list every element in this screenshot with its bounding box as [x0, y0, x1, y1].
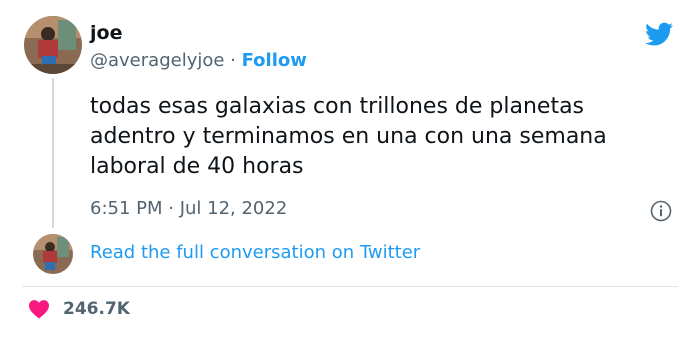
heart-icon[interactable] — [28, 299, 50, 319]
thread-line — [52, 78, 54, 228]
read-conversation-link[interactable]: Read the full conversation on Twitter — [90, 242, 420, 263]
tweet-line: todas esas galaxias con trillones de pla… — [90, 94, 585, 119]
follow-button[interactable]: Follow — [242, 50, 307, 71]
tweet-timestamp[interactable]: 6:51 PM · Jul 12, 2022 — [90, 198, 287, 219]
author-handle[interactable]: @averagelyjoe — [90, 50, 224, 71]
tweet-text: todas esas galaxias con trillones de pla… — [90, 92, 650, 182]
tweet-line: laboral de 40 horas — [90, 154, 304, 179]
handle-separator: · — [224, 50, 242, 71]
avatar[interactable] — [33, 234, 73, 274]
tweet-line: adentro y terminamos en una con una sema… — [90, 124, 607, 149]
author-handle-row: @averagelyjoe · Follow — [90, 50, 307, 71]
avatar[interactable] — [24, 16, 82, 74]
info-icon[interactable] — [650, 200, 672, 222]
like-count[interactable]: 246.7K — [63, 299, 130, 319]
twitter-bird-icon[interactable] — [643, 20, 676, 48]
divider — [22, 286, 678, 287]
author-name[interactable]: joe — [90, 22, 122, 44]
